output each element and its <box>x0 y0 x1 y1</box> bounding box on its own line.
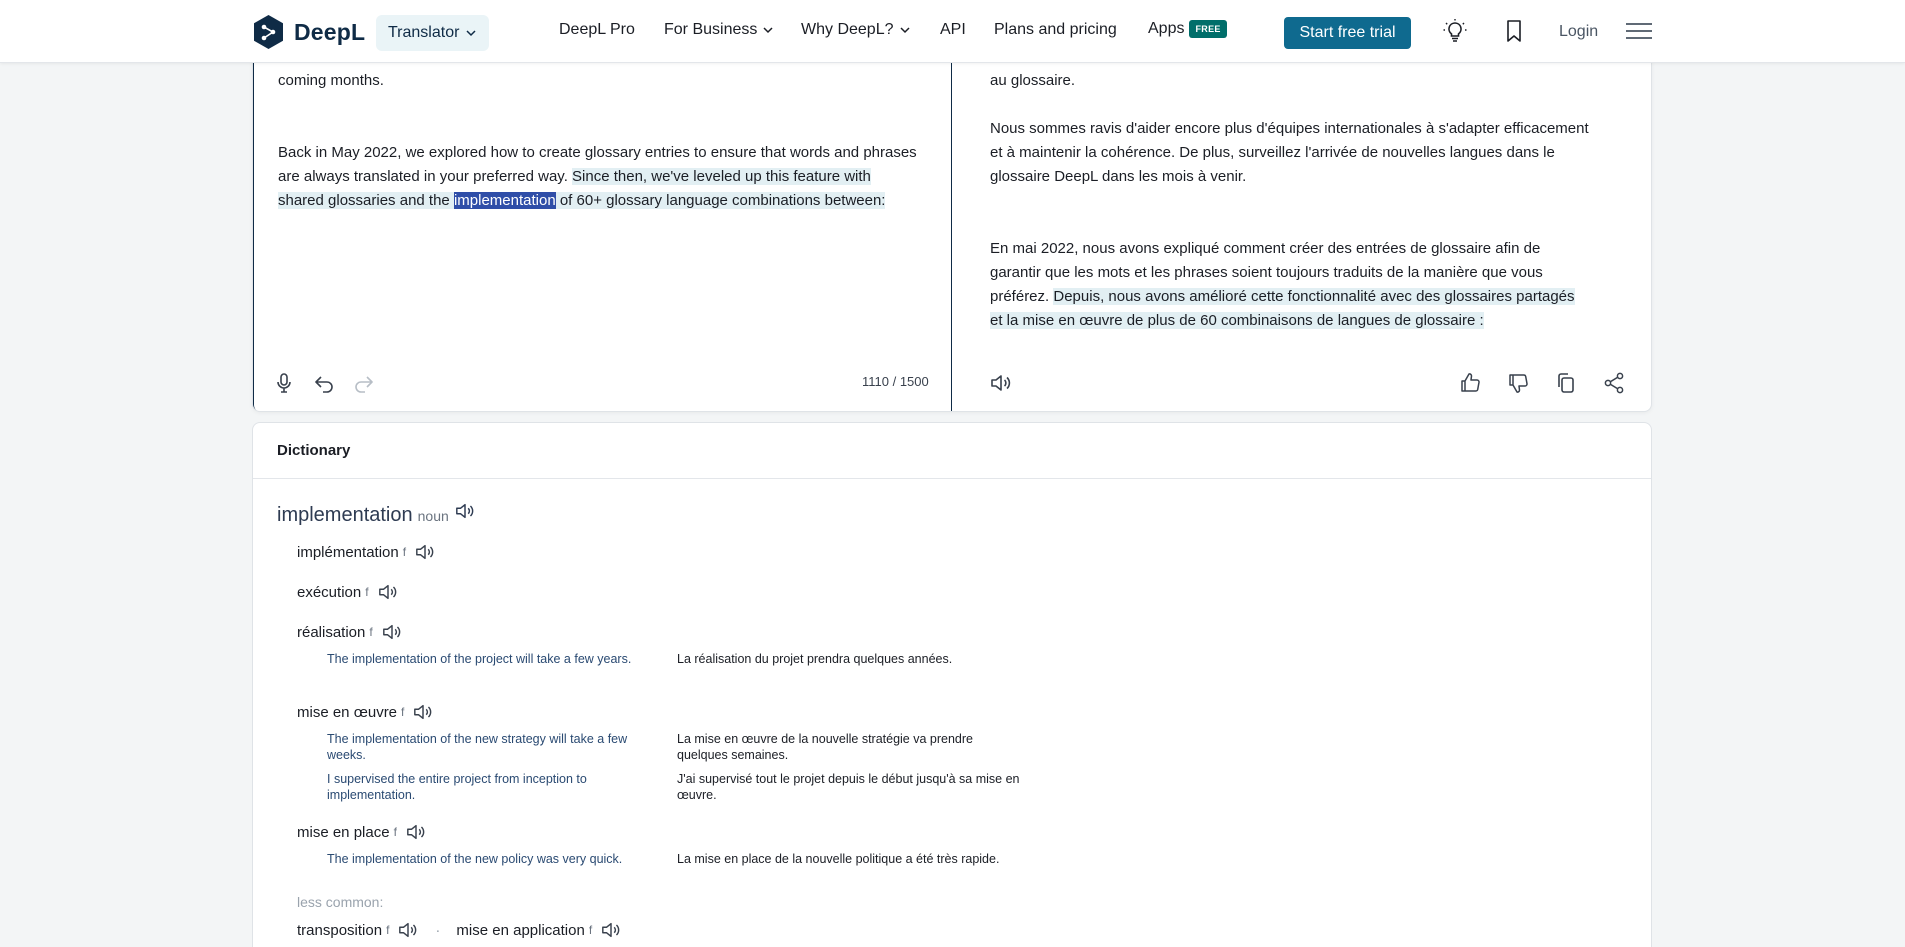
speaker-icon[interactable] <box>600 920 622 940</box>
translator-label: Translator <box>388 24 460 41</box>
nav-deepl-pro-label: DeepL Pro <box>559 21 635 38</box>
thumbs-up-icon[interactable] <box>1458 371 1482 395</box>
target-text-panel: au glossaire. Nous sommes ravis d'aider … <box>952 41 1651 411</box>
nav-plans-pricing[interactable]: Plans and pricing <box>994 21 1117 39</box>
source-text-line[interactable]: coming months. <box>278 69 918 93</box>
thumbs-down-icon[interactable] <box>1506 371 1530 395</box>
sense-term[interactable]: transposition <box>297 922 382 939</box>
dictionary-heading: Dictionary <box>253 423 1651 479</box>
nav-apps[interactable]: Apps FREE <box>1148 20 1227 38</box>
sense-gender: f <box>402 545 407 559</box>
sense-gender: f <box>588 923 593 937</box>
translator-panels: coming months. Back in May 2022, we expl… <box>252 40 1652 412</box>
start-free-trial-button[interactable]: Start free trial <box>1284 17 1411 49</box>
less-common-label: less common: <box>297 894 384 910</box>
nav-why-deepl[interactable]: Why DeepL? <box>801 21 911 39</box>
speaker-icon[interactable] <box>412 702 434 722</box>
sense-gender: f <box>369 625 373 639</box>
source-text-input[interactable]: Back in May 2022, we explored how to cre… <box>278 141 918 213</box>
example-source: The implementation of the project will t… <box>327 652 632 666</box>
sense-term[interactable]: exécution <box>297 584 361 601</box>
speaker-icon[interactable] <box>414 542 436 562</box>
source-text-panel[interactable]: coming months. Back in May 2022, we expl… <box>253 41 952 411</box>
translator-dropdown[interactable]: Translator <box>376 15 490 51</box>
dictionary-sense: mise en place f <box>297 822 427 842</box>
sense-gender: f <box>393 825 397 839</box>
deepl-logo-icon <box>254 15 283 49</box>
logo-text: DeepL <box>294 18 366 45</box>
speaker-icon[interactable] <box>381 622 403 642</box>
nav-for-business-label: For Business <box>664 21 758 38</box>
chevron-down-icon <box>899 27 910 34</box>
part-of-speech: noun <box>417 508 449 524</box>
copy-icon[interactable] <box>1554 371 1578 395</box>
dictionary-panel: Dictionary implementation noun implément… <box>252 422 1652 947</box>
sense-gender: f <box>401 705 405 719</box>
redo-icon[interactable] <box>352 371 376 395</box>
dictionary-sense: implémentation f <box>297 542 436 562</box>
example-source: I supervised the entire project from inc… <box>327 772 587 802</box>
dictionary-sense: exécution f <box>297 582 399 602</box>
target-paragraph: Nous sommes ravis d'aider encore plus d'… <box>990 120 1589 185</box>
speaker-icon[interactable] <box>405 822 427 842</box>
free-badge: FREE <box>1189 20 1227 38</box>
example-source: The implementation of the new strategy w… <box>327 732 628 762</box>
speaker-icon[interactable] <box>989 371 1013 395</box>
target-highlight[interactable]: Depuis, nous avons amélioré cette foncti… <box>990 288 1575 329</box>
example-target: J'ai supervisé tout le projet depuis le … <box>677 772 1020 802</box>
nav-plans-label: Plans and pricing <box>994 21 1117 38</box>
headword-text[interactable]: implementation <box>277 504 413 527</box>
speaker-icon[interactable] <box>397 920 419 940</box>
nav-deepl-pro[interactable]: DeepL Pro <box>559 21 635 39</box>
source-highlight-2: of 60+ glossary language combinations be… <box>555 192 886 209</box>
top-nav: DeepL Translator DeepL Pro For Business … <box>0 0 1905 63</box>
sense-gender: f <box>365 585 369 599</box>
target-text-line: au glossaire. <box>990 72 1076 89</box>
share-icon[interactable] <box>1602 371 1626 395</box>
example-target: La mise en œuvre de la nouvelle stratégi… <box>677 732 973 762</box>
chevron-down-icon <box>466 30 476 37</box>
bookmark-icon[interactable] <box>1501 18 1527 44</box>
deepl-logo[interactable]: DeepL <box>252 14 365 50</box>
sense-term[interactable]: mise en œuvre <box>297 704 397 721</box>
sense-term[interactable]: implémentation <box>297 544 399 561</box>
nav-api[interactable]: API <box>940 21 966 39</box>
login-link[interactable]: Login <box>1559 23 1598 41</box>
example-target: La mise en place de la nouvelle politiqu… <box>677 852 1000 866</box>
chevron-down-icon <box>763 27 773 34</box>
sense-term[interactable]: mise en application <box>456 922 584 939</box>
less-common-senses: transposition f · mise en application f <box>297 920 622 940</box>
dictionary-headword: implementation noun <box>277 501 476 527</box>
character-counter: 1110 / 1500 <box>862 374 929 389</box>
dictionary-sense: réalisation f <box>297 622 403 642</box>
speaker-icon[interactable] <box>454 501 476 521</box>
sense-term[interactable]: réalisation <box>297 624 365 641</box>
target-paragraph: En mai 2022, nous avons expliqué comment… <box>990 237 1590 333</box>
sense-term[interactable]: mise en place <box>297 824 390 841</box>
selected-word[interactable]: implementation <box>453 192 556 209</box>
hamburger-menu-icon[interactable] <box>1625 18 1653 44</box>
undo-icon[interactable] <box>312 371 336 395</box>
speaker-icon[interactable] <box>377 582 399 602</box>
example-source: The implementation of the new policy was… <box>327 852 623 866</box>
nav-for-business[interactable]: For Business <box>664 21 774 39</box>
sense-gender: f <box>386 923 390 937</box>
lightbulb-icon[interactable] <box>1442 18 1468 44</box>
separator-dot: · <box>435 921 441 939</box>
nav-api-label: API <box>940 21 966 38</box>
example-target: La réalisation du projet prendra quelque… <box>677 652 953 666</box>
microphone-icon[interactable] <box>272 371 296 395</box>
dictionary-sense: mise en œuvre f <box>297 702 434 722</box>
nav-apps-label: Apps <box>1148 20 1185 37</box>
nav-why-deepl-label: Why DeepL? <box>801 21 894 38</box>
